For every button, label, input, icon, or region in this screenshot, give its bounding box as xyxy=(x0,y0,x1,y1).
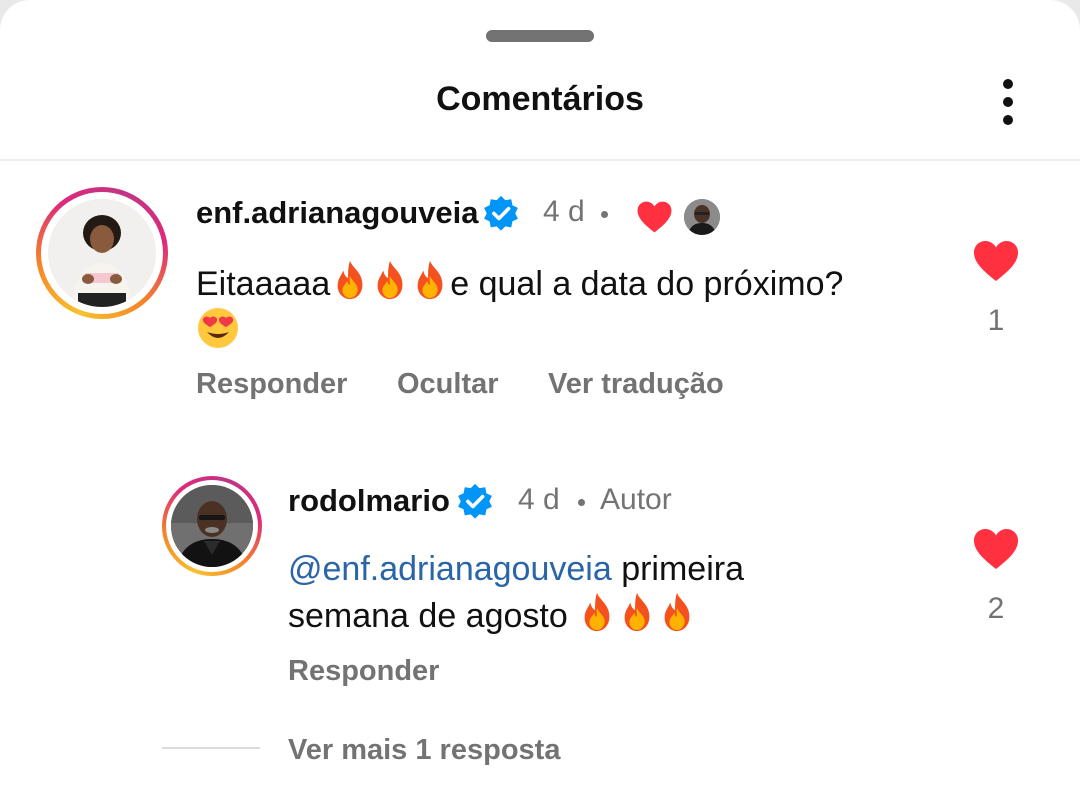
drag-handle[interactable] xyxy=(486,30,594,42)
comments-sheet: Comentários enf.adrianagouveia 4 d Eitaa… xyxy=(0,0,1080,789)
reply-time: 4 d xyxy=(518,483,560,516)
reply-username[interactable]: rodolmario xyxy=(288,483,450,519)
separator-dot xyxy=(601,211,608,218)
see-translation-button[interactable]: Ver tradução xyxy=(548,368,724,401)
reply-text-line1: primeira xyxy=(611,550,744,588)
verified-badge-icon xyxy=(458,483,492,519)
avatar[interactable] xyxy=(36,187,168,319)
comment-text-end: e qual a data do próximo? xyxy=(450,265,844,303)
mention-link[interactable]: @enf.adrianagouveia xyxy=(288,550,612,588)
reply-button[interactable]: Responder xyxy=(288,655,439,688)
reply-text: @enf.adrianagouveia primeira semana de a… xyxy=(288,548,744,638)
author-liked-heart-icon xyxy=(637,201,672,233)
reply-text-line2: semana de agosto xyxy=(288,597,578,635)
view-more-replies-button[interactable]: Ver mais 1 resposta xyxy=(288,734,560,767)
author-avatar-small xyxy=(684,199,720,235)
fire-emoji xyxy=(624,592,650,632)
avatar[interactable] xyxy=(162,476,262,576)
fire-emoji xyxy=(377,260,403,300)
reply-button[interactable]: Responder xyxy=(196,368,347,401)
like-count: 2 xyxy=(987,592,1005,625)
header-divider xyxy=(0,159,1080,161)
author-badge: Autor xyxy=(600,483,672,516)
comment-time: 4 d xyxy=(543,195,585,228)
thread-line xyxy=(162,747,260,749)
fire-emoji xyxy=(417,260,443,300)
separator-dot xyxy=(578,499,585,506)
comment-text: Eitaaaaa e qual a data do próximo? xyxy=(196,259,843,355)
like-heart-icon[interactable] xyxy=(972,239,1020,283)
hide-button[interactable]: Ocultar xyxy=(397,368,499,401)
comment-username[interactable]: enf.adrianagouveia xyxy=(196,195,479,231)
verified-badge-icon xyxy=(484,195,518,231)
heart-eyes-emoji xyxy=(198,308,238,348)
page-title: Comentários xyxy=(436,80,644,118)
more-options-icon[interactable] xyxy=(985,72,1031,132)
fire-emoji xyxy=(664,592,690,632)
comment-text-start: Eitaaaaa xyxy=(196,265,331,303)
like-count: 1 xyxy=(987,304,1005,337)
like-heart-icon[interactable] xyxy=(972,527,1020,571)
fire-emoji xyxy=(584,592,610,632)
fire-emoji xyxy=(337,260,363,300)
